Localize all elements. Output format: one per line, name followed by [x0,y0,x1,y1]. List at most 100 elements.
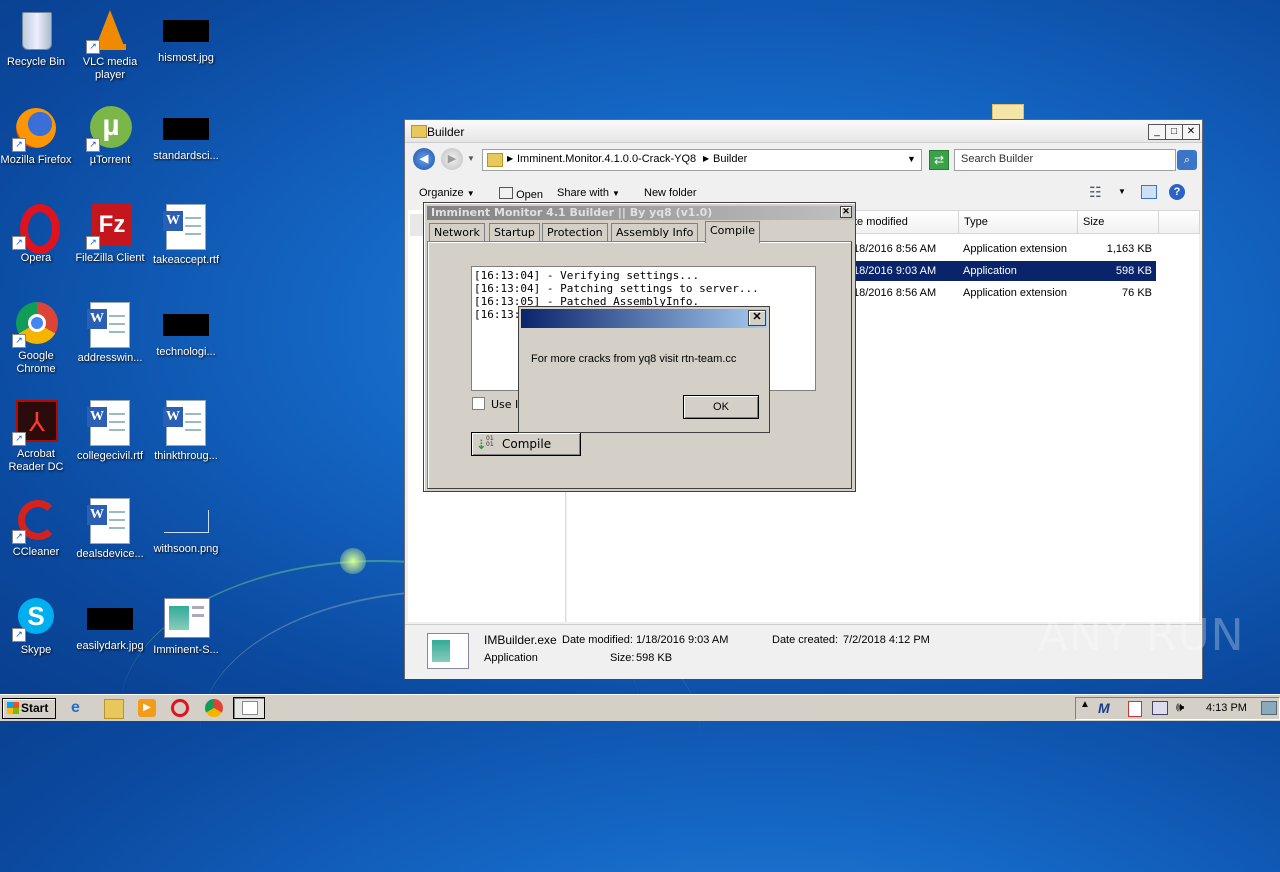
breadcrumb-separator-icon: ▶ [703,154,710,163]
view-options-icon[interactable]: ☷ [1089,184,1102,201]
file-row[interactable]: 18/2016 8:56 AM Application extension 1,… [851,239,1156,259]
media-player-icon[interactable]: ▶ [138,699,156,717]
desktop-icon-recycle-bin[interactable]: Recycle Bin [0,8,72,69]
tab-protection[interactable]: Protection [542,223,608,242]
desktop-icon-thinkthroug[interactable]: W thinkthroug... [150,400,222,463]
desktop-icon-label: withsoon.png [153,543,219,555]
desktop-icon-imminent[interactable]: Imminent-S... [150,596,222,657]
chrome-icon[interactable] [205,699,223,717]
compile-button[interactable]: ⇣ 01 01 Compile [471,432,581,456]
column-header-type[interactable]: Type [958,210,1078,234]
utorrent-icon: µ ↗ [86,106,132,152]
desktop-icon-label: technologi... [156,346,216,358]
desktop-icon-withsoon[interactable]: withsoon.png [150,498,222,556]
tray-network-icon[interactable] [1152,701,1168,715]
minimize-button[interactable]: _ [1148,124,1166,140]
use-checkbox[interactable] [472,397,485,410]
desktop-icon-collegecivil[interactable]: W collegecivil.rtf [74,400,146,463]
shortcut-arrow-icon: ↗ [86,138,100,152]
builder-close-button[interactable]: ✕ [840,206,852,218]
application-file-icon [427,633,469,669]
explorer-titlebar[interactable]: Builder _ □ ✕ [405,120,1202,143]
back-button[interactable]: ◀ [413,148,435,170]
tab-compile[interactable]: Compile [705,221,760,243]
windows-logo-icon [7,702,19,714]
explorer-folder-icon[interactable] [104,699,124,719]
desktop-icon-ccleaner[interactable]: ↗ CCleaner [0,498,72,559]
recycle-bin-icon [14,8,58,52]
file-row-selected[interactable]: 18/2016 9:03 AM Application 598 KB [851,261,1156,281]
desktop-icon-firefox[interactable]: ↗ Mozilla Firefox [0,106,72,167]
address-bar[interactable]: ▶ Imminent.Monitor.4.1.0.0-Crack-YQ8 ▶ B… [482,149,922,171]
desktop-icon-dealsdevice[interactable]: W dealsdevice... [74,498,146,561]
desktop-icon-label: addresswin... [77,352,143,364]
desktop-icon-skype[interactable]: S ↗ Skype [0,596,72,657]
column-header-date[interactable]: te modified [851,210,959,234]
show-desktop-button[interactable] [1261,701,1277,715]
close-button[interactable]: ✕ [1182,124,1200,140]
tab-assembly-info[interactable]: Assembly Info [611,223,699,242]
message-box-titlebar[interactable] [521,309,767,328]
image-thumbnail-icon [163,118,209,140]
details-kind: Application [484,652,538,664]
desktop-icon-label: Google Chrome [16,350,56,375]
refresh-button[interactable]: ⇄ [929,150,949,170]
ie-icon[interactable]: e [71,699,89,717]
message-box-close-button[interactable]: ✕ [748,310,766,326]
address-dropdown-icon[interactable]: ▼ [907,154,916,164]
chevron-down-icon[interactable]: ▼ [1118,187,1126,196]
builder-title: Imminent Monitor 4.1 Builder || By yq8 (… [431,206,713,219]
breadcrumb-separator-icon: ▶ [507,154,514,163]
word-document-icon: W [87,400,130,446]
organize-button[interactable]: Organize ▼ [419,187,475,199]
tab-network[interactable]: Network [429,223,485,242]
compile-binary-icon: 01 01 [486,435,494,448]
taskbar-app-builder[interactable] [233,697,265,719]
breadcrumb-item[interactable]: Builder [713,153,747,165]
open-button[interactable]: Open [499,187,543,201]
desktop-icon-hismost[interactable]: hismost.jpg [150,8,222,65]
desktop-icon-takeaccept[interactable]: W takeaccept.rtf [150,204,222,267]
help-icon[interactable]: ? [1169,184,1185,200]
desktop-icon-technologi[interactable]: technologi... [150,302,222,359]
desktop-icon-vlc[interactable]: ↗ VLC media player [74,8,146,82]
builder-titlebar[interactable]: Imminent Monitor 4.1 Builder || By yq8 (… [427,206,855,220]
clock[interactable]: 4:13 PM [1206,702,1247,714]
shortcut-arrow-icon: ↗ [86,236,100,250]
folder-icon [411,125,427,138]
desktop-icon-utorrent[interactable]: µ ↗ µTorrent [74,106,146,167]
tray-security-icon[interactable] [1128,701,1142,717]
desktop-icon-label: hismost.jpg [158,52,214,64]
search-icon[interactable]: ⌕ [1177,150,1197,170]
desktop-icon-filezilla[interactable]: Fz ↗ FileZilla Client [74,204,146,265]
tray-volume-icon[interactable]: 🕪 [1176,699,1184,715]
tray-app-icon[interactable]: M [1098,700,1110,716]
desktop-icon-easilydark[interactable]: easilydark.jpg [74,596,146,653]
word-document-icon: W [87,498,130,544]
desktop-icon-addresswin[interactable]: W addresswin... [74,302,146,365]
preview-pane-icon[interactable] [1141,185,1157,199]
scroll-thumb[interactable] [410,214,424,236]
file-row[interactable]: 18/2016 8:56 AM Application extension 76… [851,283,1156,303]
desktop-icon-opera[interactable]: ↗ Opera [0,204,72,265]
forward-button[interactable]: ▶ [441,148,463,170]
desktop-icon-label: Imminent-S... [153,644,219,656]
share-with-button[interactable]: Share with ▼ [557,187,620,199]
history-dropdown-icon[interactable]: ▼ [467,154,475,163]
opera-icon[interactable] [171,699,189,717]
desktop-icon-acrobat[interactable]: ⅄ ↗ Acrobat Reader DC [0,400,72,474]
tab-startup[interactable]: Startup [489,223,540,242]
log-line: [16:13:04] - Patching settings to server… [474,282,759,295]
desktop-icon-chrome[interactable]: ↗ Google Chrome [0,302,72,376]
details-created: 7/2/2018 4:12 PM [843,634,930,646]
start-button[interactable]: Start [2,698,56,719]
details-created-label: Date created: [772,634,839,646]
ok-button[interactable]: OK [683,395,759,419]
shortcut-arrow-icon: ↗ [86,40,100,54]
maximize-button[interactable]: □ [1165,124,1183,140]
new-folder-button[interactable]: New folder [644,187,697,199]
column-header-size[interactable]: Size [1077,210,1159,234]
desktop-icon-standardsci[interactable]: standardsci... [150,106,222,163]
search-input[interactable]: Search Builder [954,149,1176,171]
breadcrumb-item[interactable]: Imminent.Monitor.4.1.0.0-Crack-YQ8 [517,153,696,165]
